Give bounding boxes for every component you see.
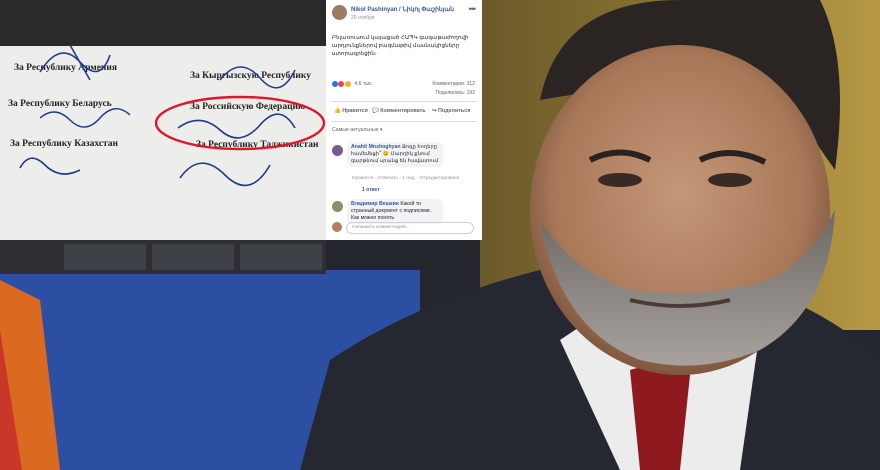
signatures-drawing	[19, 44, 326, 187]
reactions-summary[interactable]: 4,6 тыс.	[332, 81, 373, 87]
share-icon: ↪	[432, 108, 437, 114]
comments-count[interactable]: Комментарии: 312	[432, 81, 475, 87]
facebook-post-panel: Nikol Pashinyan / Նիկոլ Փաշինյան 20 нояб…	[326, 0, 482, 240]
thumbnail	[240, 244, 322, 270]
share-button[interactable]: ↪ Поделиться	[432, 108, 470, 114]
like-reaction-icon	[332, 81, 338, 87]
divider	[331, 121, 477, 122]
write-comment-input[interactable]: Напишите комментарий...	[346, 222, 474, 234]
like-label: Нравится	[342, 108, 368, 114]
thumbnail	[152, 244, 234, 270]
reactions-count: 4,6 тыс.	[354, 81, 374, 88]
comment-label: Комментировать	[380, 108, 426, 114]
comment-icon: 💬	[372, 108, 379, 114]
like-icon: 👍	[334, 108, 341, 114]
comment-button[interactable]: 💬 Комментировать	[372, 108, 426, 114]
commenter-avatar[interactable]	[332, 201, 343, 212]
document-bottom-strip	[0, 240, 326, 274]
signature-document: За Республику Армения За Кыргызскую Респ…	[0, 0, 326, 240]
commenter-avatar[interactable]	[332, 145, 343, 156]
view-replies-link[interactable]: 1 ответ	[362, 187, 380, 193]
share-label: Поделиться	[438, 108, 471, 114]
divider	[331, 101, 477, 102]
comment-meta[interactable]: Нравится · Ответить · 1 нед. · Отредакти…	[352, 176, 459, 181]
shares-count[interactable]: Поделились: 192	[436, 90, 475, 96]
love-reaction-icon	[338, 81, 345, 87]
author-avatar[interactable]	[332, 5, 347, 20]
haha-reaction-icon	[344, 81, 351, 87]
thumbnail	[64, 244, 146, 270]
post-date[interactable]: 20 ноября	[351, 15, 375, 21]
commenter-name[interactable]: Anahit Mnshoghyan	[351, 144, 401, 150]
post-text: Բելառուսում կայացած ՀԱՊԿ գագաթաժողովի ար…	[332, 35, 469, 57]
current-user-avatar	[332, 222, 342, 232]
like-button[interactable]: 👍 Нравится	[334, 108, 368, 114]
commenter-name[interactable]: Владимир Вешкин	[351, 201, 399, 207]
more-options-icon[interactable]: •••	[469, 4, 477, 14]
comment-sort-dropdown[interactable]: Самые актуальные ▾	[332, 127, 383, 133]
comment-bubble: Владимир Вешкин Какой то странный докуме…	[347, 199, 443, 224]
post-author[interactable]: Nikol Pashinyan / Նիկոլ Փաշինյան	[351, 6, 454, 13]
comment-bubble: Anahit Mnshoghyan Ջոզը հողերը համեմեցի՞ …	[347, 142, 443, 167]
